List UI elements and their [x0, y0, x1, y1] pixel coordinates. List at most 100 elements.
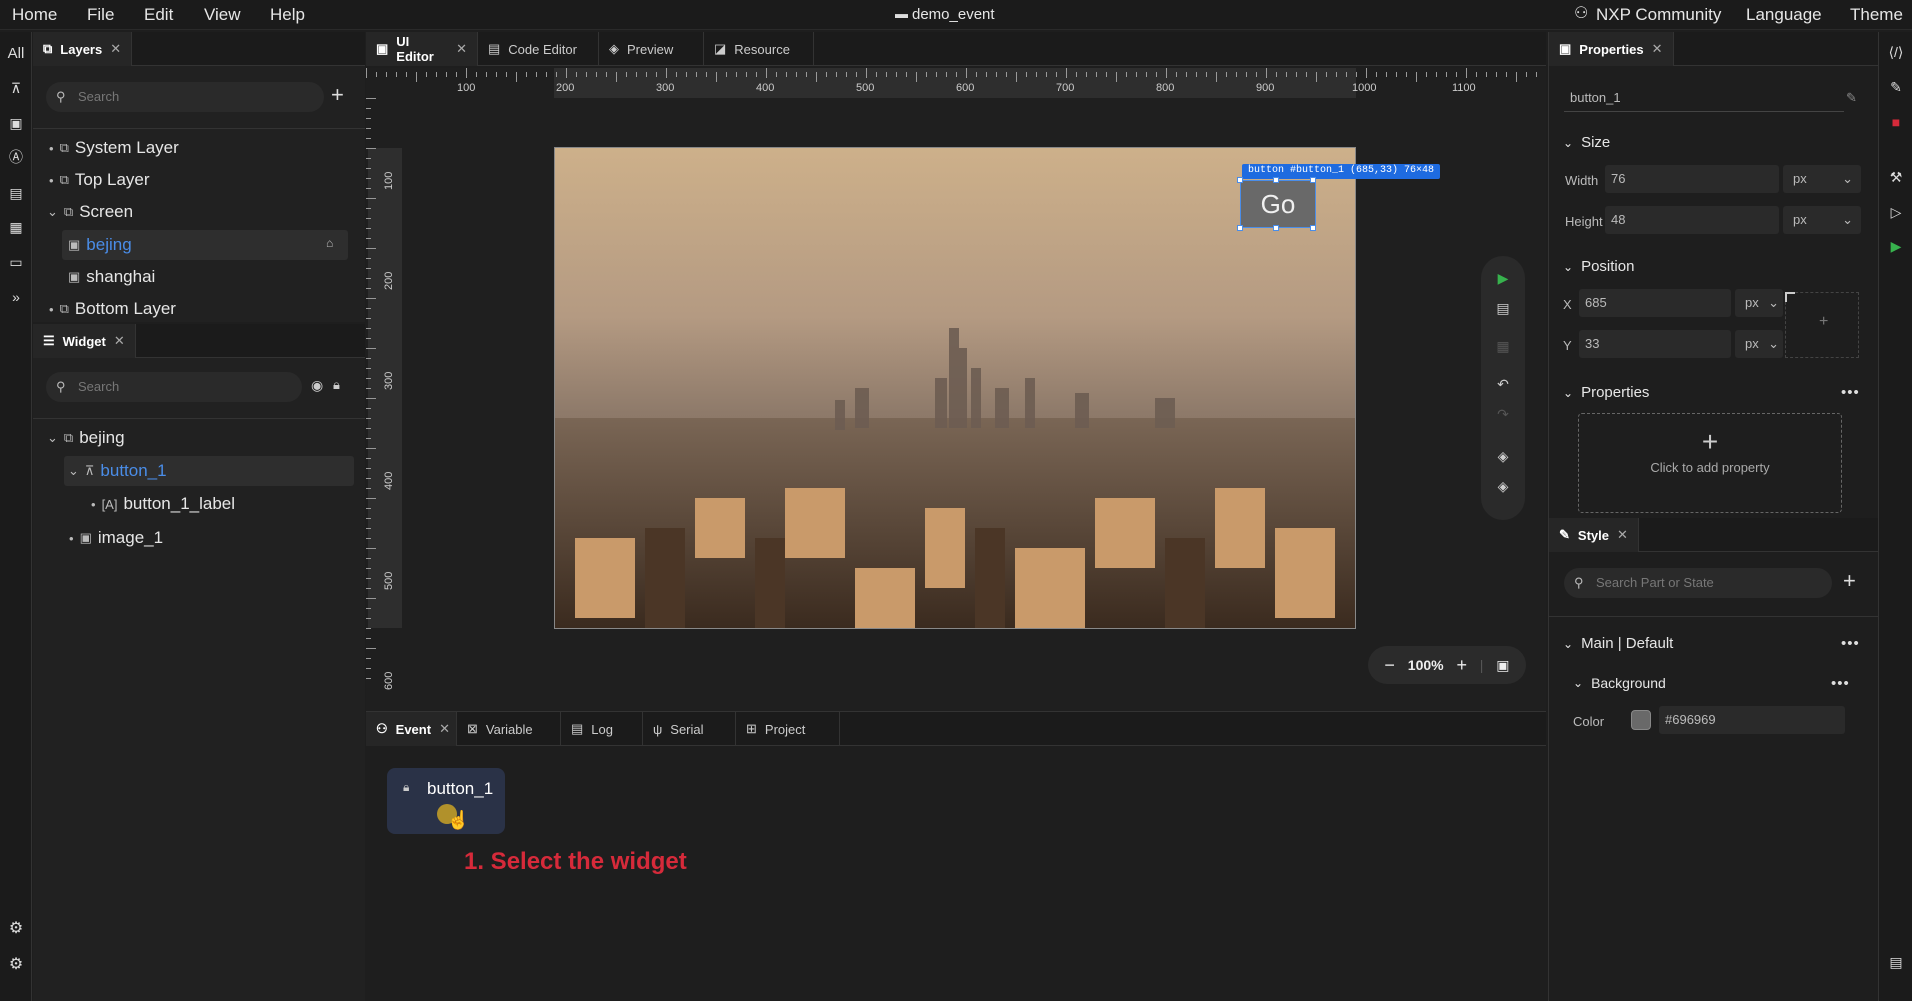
chevron-down-icon[interactable]: ⌄ [47, 204, 58, 220]
lock-icon[interactable]: 🔒︎ [333, 377, 340, 393]
stop-icon[interactable]: ■ [1886, 112, 1906, 132]
menu-help[interactable]: Help [270, 5, 305, 25]
tab-event[interactable]: ⚇ Event ✕ [366, 712, 457, 746]
chevron-down-icon[interactable]: ⌄ [47, 430, 58, 446]
menu-view[interactable]: View [204, 5, 241, 25]
tab-ui-editor[interactable]: ▣ UI Editor ✕ [366, 32, 478, 66]
properties-section[interactable]: ⌄ Properties [1563, 384, 1649, 401]
tab-preview[interactable]: ◈ Preview [599, 32, 704, 66]
tab-style[interactable]: ✎ Style ✕ [1549, 518, 1639, 552]
fit-screen-icon[interactable]: ▣ [1496, 657, 1509, 674]
screen-shanghai[interactable]: ▣ shanghai [68, 263, 155, 291]
layer-top[interactable]: • ⧉ Top Layer [49, 166, 150, 194]
widget-tree-bejing[interactable]: ⌄ ⧉ bejing [47, 424, 125, 452]
add-property-box[interactable]: + Click to add property [1578, 413, 1842, 513]
language-menu[interactable]: Language [1746, 5, 1822, 25]
close-icon[interactable]: ✕ [439, 721, 450, 737]
tab-properties[interactable]: ▣ Properties ✕ [1549, 32, 1674, 66]
go-button-widget[interactable]: Go [1240, 180, 1316, 228]
layer-screen[interactable]: ⌄ ⧉ Screen [47, 198, 133, 226]
layer-up-icon[interactable]: ◈ [1493, 446, 1513, 466]
more-options-icon[interactable]: ••• [1841, 635, 1860, 652]
position-section[interactable]: ⌄ Position [1563, 258, 1634, 275]
chevron-down-icon[interactable]: ⌄ [68, 463, 79, 479]
debug-settings-icon[interactable]: ⚙ [4, 917, 28, 939]
widget-tree-button_1_label[interactable]: • [A] button_1_label [91, 490, 235, 518]
city-skyline-image[interactable] [555, 148, 1356, 629]
center-align-icon[interactable]: + [1819, 313, 1828, 331]
event-widget-node[interactable]: 🔒︎ button_1 ☝ [387, 768, 505, 834]
nxp-community-link[interactable]: NXP Community [1596, 5, 1721, 25]
part-state-section[interactable]: ⌄ Main | Default [1563, 635, 1673, 652]
tab-log[interactable]: ▤ Log [561, 712, 643, 746]
menu-file[interactable]: File [87, 5, 114, 25]
close-icon[interactable]: ✕ [1652, 41, 1663, 57]
size-section[interactable]: ⌄ Size [1563, 134, 1610, 151]
code-view-icon[interactable]: ⟨/⟩ [1886, 42, 1906, 62]
eye-icon[interactable]: ◉ [311, 377, 323, 394]
run-icon[interactable]: ▶ [1886, 236, 1906, 256]
screen-bejing[interactable]: ▣ bejing [68, 231, 132, 259]
x-input[interactable]: 685 [1579, 289, 1731, 317]
background-section[interactable]: ⌄ Background [1573, 675, 1666, 691]
x-unit-select[interactable]: px ⌄ [1735, 289, 1783, 317]
menu-edit[interactable]: Edit [144, 5, 173, 25]
layout-icon[interactable]: ▤ [1886, 952, 1906, 972]
button-widget-icon[interactable]: ⊼ [4, 77, 28, 99]
resize-handle[interactable] [1310, 225, 1316, 231]
style-search-input[interactable]: ⚲ Search Part or State [1564, 568, 1832, 598]
close-icon[interactable]: ✕ [1617, 527, 1628, 543]
settings-icon[interactable]: ⚙ [4, 953, 28, 975]
width-input[interactable]: 76 [1605, 165, 1779, 193]
layer-system[interactable]: • ⧉ System Layer [49, 134, 179, 162]
resize-handle[interactable] [1273, 177, 1279, 183]
resize-handle[interactable] [1237, 177, 1243, 183]
resize-handle[interactable] [1310, 177, 1316, 183]
height-input[interactable]: 48 [1605, 206, 1779, 234]
screen-widget-icon[interactable]: ▭ [4, 251, 28, 273]
expand-icon[interactable]: » [4, 286, 28, 308]
widget-name-input[interactable]: button_1 [1564, 84, 1844, 112]
tab-resource[interactable]: ◪ Resource [704, 32, 814, 66]
card-widget-icon[interactable]: ▤ [4, 182, 28, 204]
theme-menu[interactable]: Theme [1850, 5, 1903, 25]
more-options-icon[interactable]: ••• [1841, 384, 1860, 401]
y-input[interactable]: 33 [1579, 330, 1731, 358]
tab-serial[interactable]: ψ Serial [643, 712, 736, 746]
close-icon[interactable]: ✕ [114, 333, 125, 349]
build-icon[interactable]: ⚒ [1886, 167, 1906, 187]
resize-handle[interactable] [1237, 225, 1243, 231]
code-icon[interactable]: ▤ [1493, 298, 1513, 318]
widget-search-input[interactable]: ⚲ Search [46, 372, 302, 402]
top-left-anchor-icon[interactable] [1785, 292, 1795, 302]
layers-search-input[interactable]: ⚲ Search [46, 82, 324, 112]
undo-icon[interactable]: ↶ [1493, 374, 1513, 394]
widget-tree-image_1[interactable]: • ▣ image_1 [69, 524, 163, 552]
widget-tree-button_1[interactable]: ⌄ ⊼ button_1 [68, 457, 167, 485]
resize-handle[interactable] [1273, 225, 1279, 231]
add-style-button[interactable]: + [1843, 568, 1856, 594]
layer-down-icon[interactable]: ◈ [1493, 476, 1513, 496]
add-layer-button[interactable]: + [331, 82, 344, 108]
close-icon[interactable]: ✕ [110, 41, 121, 57]
layer-bottom[interactable]: • ⧉ Bottom Layer [49, 295, 176, 323]
paint-icon[interactable]: ✎ [1886, 77, 1906, 97]
close-icon[interactable]: ✕ [456, 41, 467, 57]
y-unit-select[interactable]: px ⌄ [1735, 330, 1783, 358]
table-widget-icon[interactable]: ▦ [4, 216, 28, 238]
more-options-icon[interactable]: ••• [1831, 675, 1850, 692]
tab-widget[interactable]: ☰ Widget ✕ [33, 324, 136, 358]
width-unit-select[interactable]: px ⌄ [1783, 165, 1861, 193]
all-widgets-button[interactable]: All [4, 42, 28, 64]
edit-icon[interactable]: ✎ [1846, 90, 1857, 106]
tab-project[interactable]: ⊞ Project [736, 712, 840, 746]
tab-code-editor[interactable]: ▤ Code Editor [478, 32, 599, 66]
simulate-icon[interactable]: ▷ [1886, 202, 1906, 222]
zoom-out-button[interactable]: − [1384, 655, 1395, 676]
run-icon[interactable]: ▶ [1493, 268, 1513, 288]
image-widget-icon[interactable]: ▣ [4, 112, 28, 134]
label-widget-icon[interactable]: Ⓐ [4, 146, 28, 168]
color-swatch[interactable] [1631, 710, 1651, 730]
color-input[interactable]: #696969 [1659, 706, 1845, 734]
height-unit-select[interactable]: px ⌄ [1783, 206, 1861, 234]
